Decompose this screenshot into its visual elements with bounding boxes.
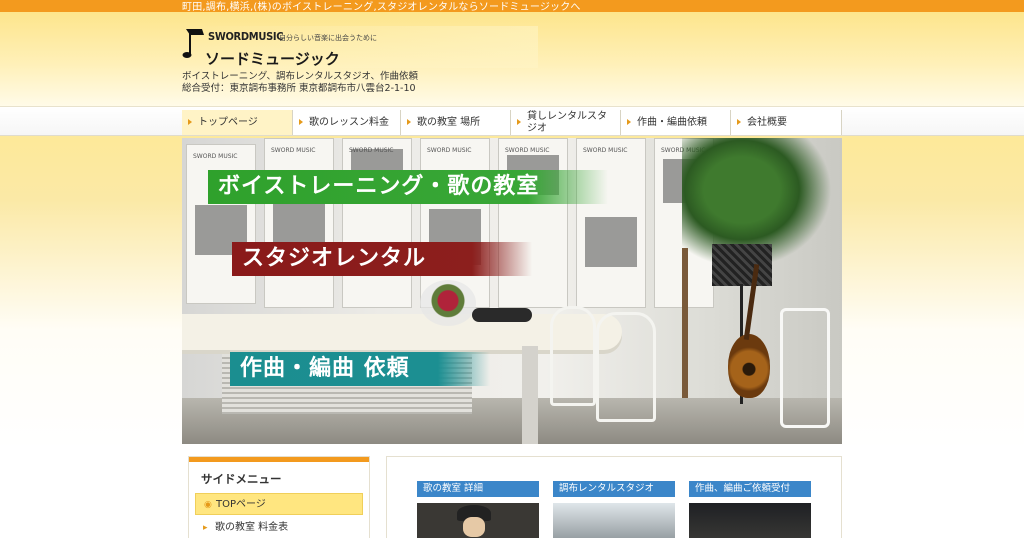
address-text: 総合受付：東京調布事務所 東京都調布市八雲台2-1-10 <box>182 83 416 94</box>
microphone <box>472 308 532 322</box>
nav-item-compose[interactable]: 作曲・編曲依頼 <box>621 110 731 135</box>
card-school-detail-label[interactable]: 歌の教室 詳細 <box>417 481 539 497</box>
panel-brand-text: SWORD MUSIC <box>427 147 472 154</box>
nav-item-lesson-fee[interactable]: 歌のレッスン料金 <box>293 110 401 135</box>
brand-name: SWORDMUSIC <box>208 30 284 43</box>
banner-studio-rental[interactable]: スタジオレンタル <box>232 242 532 276</box>
bullet-icon: ◉ <box>204 500 212 510</box>
folding-chair <box>780 308 830 428</box>
card-school-image[interactable] <box>417 503 539 538</box>
flower-bowl <box>420 280 476 326</box>
site-title[interactable]: ソードミュージック <box>205 48 340 69</box>
nav-item-label: 歌のレッスン料金 <box>309 116 389 128</box>
singer-face <box>463 517 485 537</box>
banner-voice-training[interactable]: ボイストレーニング・歌の教室 <box>208 170 608 204</box>
table-leg <box>522 346 538 444</box>
chair <box>596 312 656 422</box>
panel-brand-text: SWORD MUSIC <box>349 147 394 154</box>
side-menu: サイドメニュー ◉ TOPページ ▸ 歌の教室 料金表 <box>188 456 370 538</box>
guitar <box>728 334 770 398</box>
music-stand <box>712 244 772 286</box>
nav-item-school-location[interactable]: 歌の教室 場所 <box>401 110 511 135</box>
triangle-bullet-icon: ▸ <box>203 523 208 533</box>
side-menu-title: サイドメニュー <box>201 472 282 486</box>
side-item-label: 歌の教室 料金表 <box>215 522 289 533</box>
side-item-top[interactable]: ◉ TOPページ <box>195 493 363 515</box>
wall-panel: SWORD MUSIC <box>576 138 646 308</box>
nav-item-label: 会社概要 <box>747 116 787 128</box>
wall-panel: SWORD MUSIC <box>264 138 334 308</box>
top-strip: 町田,調布,横浜,(株)のボイストレーニング,スタジオレンタルならソードミュージ… <box>0 0 1024 13</box>
nav-item-label: 貸しレンタルスタジオ <box>527 110 607 134</box>
card-compose-label[interactable]: 作曲、編曲ご依頼受付 <box>689 481 811 497</box>
panel-brand-text: SWORD MUSIC <box>271 147 316 154</box>
content-area: 歌の教室 詳細 調布レンタルスタジオ 作曲、編曲ご依頼受付 <box>386 456 842 538</box>
brand-tagline: 自分らしい音楽に出会うために <box>279 34 377 42</box>
plant-trunk <box>682 248 688 398</box>
wall-panel: SWORD MUSIC <box>342 138 412 308</box>
nav-item-top[interactable]: トップページ <box>182 110 293 135</box>
wall-panel: SWORD MUSIC <box>498 138 568 308</box>
nav-item-label: 作曲・編曲依頼 <box>637 116 707 128</box>
card-compose-image[interactable] <box>689 503 811 538</box>
nav-item-label: 歌の教室 場所 <box>417 116 481 128</box>
card-studio-image[interactable] <box>553 503 675 538</box>
banner-compose[interactable]: 作曲・編曲 依頼 <box>230 352 490 386</box>
nav-item-label: トップページ <box>198 116 258 128</box>
card-studio-label[interactable]: 調布レンタルスタジオ <box>553 481 675 497</box>
main-nav: トップページ 歌のレッスン料金 歌の教室 場所 貸しレンタルスタジオ 作曲・編曲… <box>0 106 1024 136</box>
panel-brand-text: SWORD MUSIC <box>583 147 628 154</box>
hero-image[interactable]: SWORD MUSIC SWORD MUSIC SWORD MUSIC SWOR… <box>182 138 842 444</box>
side-menu-accent <box>189 457 369 462</box>
side-item-label: TOPページ <box>216 499 266 510</box>
nav-item-company[interactable]: 会社概要 <box>731 110 842 135</box>
panel-brand-text: SWORD MUSIC <box>505 147 550 154</box>
side-item-fee[interactable]: ▸ 歌の教室 料金表 <box>195 517 363 538</box>
wall-panel: SWORD MUSIC <box>186 144 256 304</box>
panel-brand-text: SWORD MUSIC <box>193 153 238 160</box>
nav-item-rental-studio[interactable]: 貸しレンタルスタジオ <box>511 110 621 135</box>
chair <box>550 306 596 406</box>
